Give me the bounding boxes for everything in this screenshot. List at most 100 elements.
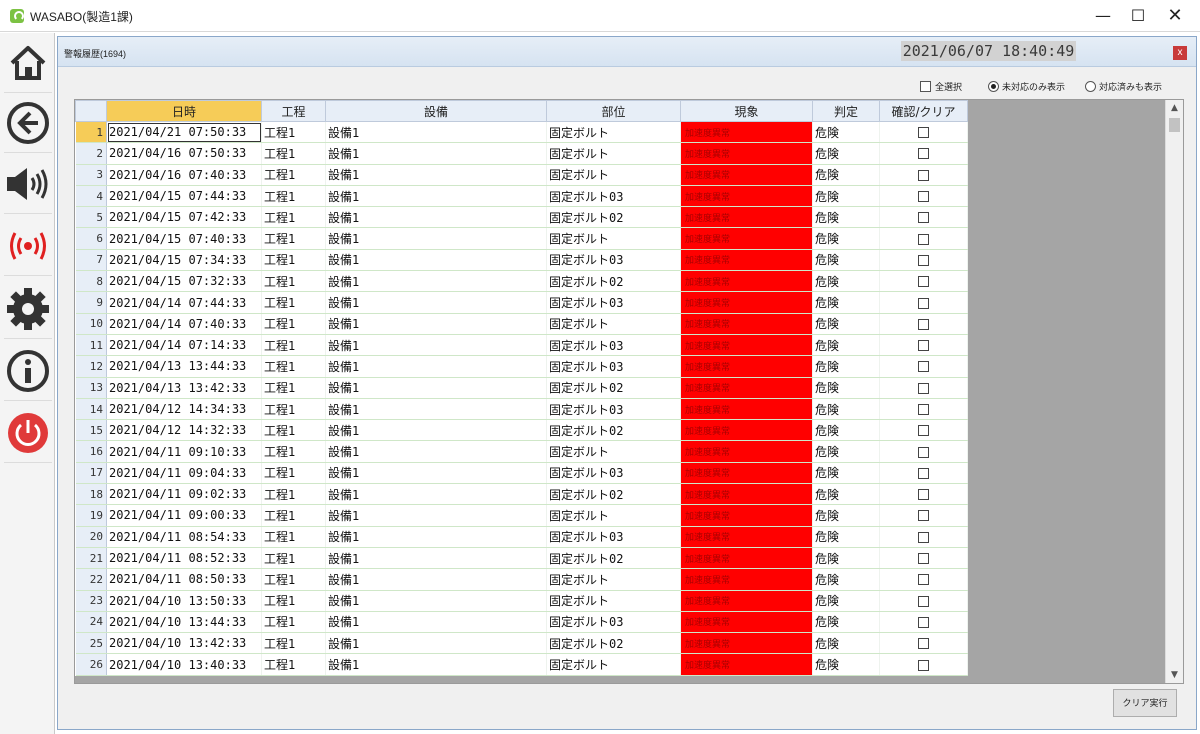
confirm-checkbox[interactable] [918,510,929,522]
table-row[interactable]: 13 2021/04/13 13:42:33 工程1 設備1 固定ボルト02 加速度異常危… [75,377,968,399]
cell-equipment[interactable]: 設備1 [325,270,547,293]
cell-judgement[interactable]: 危険 [812,611,880,634]
vertical-scrollbar[interactable]: ▲ ▼ [1165,100,1183,683]
cell-process[interactable]: 工程1 [261,398,326,421]
cell-equipment[interactable]: 設備1 [325,377,547,399]
column-header-judgement[interactable]: 判定 [812,100,880,122]
cell-process[interactable]: 工程1 [261,483,326,506]
cell-datetime[interactable]: 2021/04/15 07:44:33 [106,185,262,208]
cell-judgement[interactable]: 危険 [812,568,880,591]
row-header-number[interactable]: 5 [75,206,107,229]
info-button[interactable] [4,341,52,401]
row-header-number[interactable]: 4 [75,185,107,208]
cell-process[interactable]: 工程1 [261,291,326,314]
confirm-checkbox[interactable] [918,233,929,245]
table-row[interactable]: 11 2021/04/14 07:14:33 工程1 設備1 固定ボルト03 加速度異常危… [75,334,968,357]
cell-datetime[interactable]: 2021/04/13 13:42:33 [106,377,262,399]
cell-equipment[interactable]: 設備1 [325,334,547,357]
cell-part[interactable]: 固定ボルト [546,121,681,144]
cell-part[interactable]: 固定ボルト02 [546,632,681,655]
filter-unhandled-only-radio[interactable]: 未対応のみ表示 [988,79,1065,93]
cell-equipment[interactable]: 設備1 [325,504,547,527]
cell-phenomenon[interactable]: 加速度異常 [680,185,813,208]
cell-judgement[interactable]: 危険 [812,547,880,570]
cell-equipment[interactable]: 設備1 [325,164,547,186]
row-header-number[interactable]: 8 [75,270,107,293]
cell-equipment[interactable]: 設備1 [325,227,547,250]
cell-equipment[interactable]: 設備1 [325,355,547,378]
cell-process[interactable]: 工程1 [261,653,326,676]
radio-unselected[interactable] [1085,80,1096,92]
table-row[interactable]: 22 2021/04/11 08:50:33 工程1 設備1 固定ボルト 加速度異常 危険 [75,568,968,591]
row-header-number[interactable]: 21 [75,547,107,570]
cell-part[interactable]: 固定ボルト [546,142,681,165]
cell-process[interactable]: 工程1 [261,611,326,634]
cell-phenomenon[interactable]: 加速度異常 [680,483,813,506]
cell-part[interactable]: 固定ボルト [546,568,681,591]
cell-phenomenon[interactable]: 加速度異常 [680,377,813,399]
cell-judgement[interactable]: 危険 [812,632,880,655]
table-row[interactable]: 21 2021/04/11 08:52:33 工程1 設備1 固定ボルト02 加速度異常危… [75,547,968,570]
cell-part[interactable]: 固定ボルト02 [546,377,681,399]
cell-phenomenon[interactable]: 加速度異常 [680,206,813,229]
cell-phenomenon[interactable]: 加速度異常 [680,632,813,655]
table-row[interactable]: 2 2021/04/16 07:50:33 工程1 設備1 固定ボルト 加速度異常 危険 [75,142,968,165]
cell-datetime[interactable]: 2021/04/11 08:52:33 [106,547,262,570]
cell-equipment[interactable]: 設備1 [325,249,547,272]
cell-phenomenon[interactable]: 加速度異常 [680,590,813,612]
cell-equipment[interactable]: 設備1 [325,398,547,421]
table-row[interactable]: 17 2021/04/11 09:04:33 工程1 設備1 固定ボルト03 加速度異常危… [75,462,968,485]
table-row[interactable]: 7 2021/04/15 07:34:33 工程1 設備1 固定ボルト03 加速度異常 危険 [75,249,968,272]
confirm-checkbox[interactable] [918,489,929,501]
cell-judgement[interactable]: 危険 [812,440,880,463]
cell-equipment[interactable]: 設備1 [325,632,547,655]
cell-process[interactable]: 工程1 [261,547,326,570]
cell-datetime[interactable]: 2021/04/14 07:40:33 [106,313,262,335]
cell-datetime[interactable]: 2021/04/16 07:50:33 [106,142,262,165]
confirm-checkbox[interactable] [918,148,929,160]
row-header-number[interactable]: 16 [75,440,107,463]
table-row[interactable]: 8 2021/04/15 07:32:33 工程1 設備1 固定ボルト02 加速度異常 危険 [75,270,968,293]
radio-selected[interactable] [988,80,999,92]
cell-equipment[interactable]: 設備1 [325,121,547,144]
cell-judgement[interactable]: 危険 [812,334,880,357]
cell-process[interactable]: 工程1 [261,377,326,399]
cell-judgement[interactable]: 危険 [812,653,880,676]
cell-datetime[interactable]: 2021/04/10 13:42:33 [106,632,262,655]
cell-judgement[interactable]: 危険 [812,483,880,506]
speaker-button[interactable] [4,154,52,214]
cell-process[interactable]: 工程1 [261,355,326,378]
cell-datetime[interactable]: 2021/04/13 13:44:33 [106,355,262,378]
table-row[interactable]: 9 2021/04/14 07:44:33 工程1 設備1 固定ボルト03 加速度異常 危険 [75,291,968,314]
cell-datetime[interactable]: 2021/04/15 07:32:33 [106,270,262,293]
cell-datetime[interactable]: 2021/04/15 07:40:33 [106,227,262,250]
cell-equipment[interactable]: 設備1 [325,526,547,548]
row-header-number[interactable]: 19 [75,504,107,527]
confirm-checkbox[interactable] [918,553,929,565]
cell-datetime[interactable]: 2021/04/15 07:42:33 [106,206,262,229]
cell-equipment[interactable]: 設備1 [325,440,547,463]
confirm-checkbox[interactable] [918,616,929,628]
cell-datetime[interactable]: 2021/04/21 07:50:33 [106,121,262,144]
confirm-checkbox[interactable] [918,638,929,650]
cell-judgement[interactable]: 危険 [812,206,880,229]
cell-judgement[interactable]: 危険 [812,526,880,548]
cell-phenomenon[interactable]: 加速度異常 [680,227,813,250]
table-row[interactable]: 14 2021/04/12 14:34:33 工程1 設備1 固定ボルト03 加速度異常危… [75,398,968,421]
select-all-checkbox[interactable]: 全選択 [920,79,962,93]
confirm-checkbox[interactable] [918,404,929,415]
cell-datetime[interactable]: 2021/04/15 07:34:33 [106,249,262,272]
alarm-signal-button[interactable] [4,216,52,276]
cell-process[interactable]: 工程1 [261,334,326,357]
cell-datetime[interactable]: 2021/04/12 14:32:33 [106,419,262,442]
back-button[interactable] [4,93,52,153]
cell-phenomenon[interactable]: 加速度異常 [680,270,813,293]
row-header-number[interactable]: 2 [75,142,107,165]
scroll-down-button[interactable]: ▼ [1166,667,1183,683]
confirm-checkbox[interactable] [918,169,929,181]
cell-phenomenon[interactable]: 加速度異常 [680,440,813,463]
cell-part[interactable]: 固定ボルト02 [546,483,681,506]
table-row[interactable]: 12 2021/04/13 13:44:33 工程1 設備1 固定ボルト03 加速度異常危… [75,355,968,378]
cell-equipment[interactable]: 設備1 [325,611,547,634]
cell-equipment[interactable]: 設備1 [325,590,547,612]
